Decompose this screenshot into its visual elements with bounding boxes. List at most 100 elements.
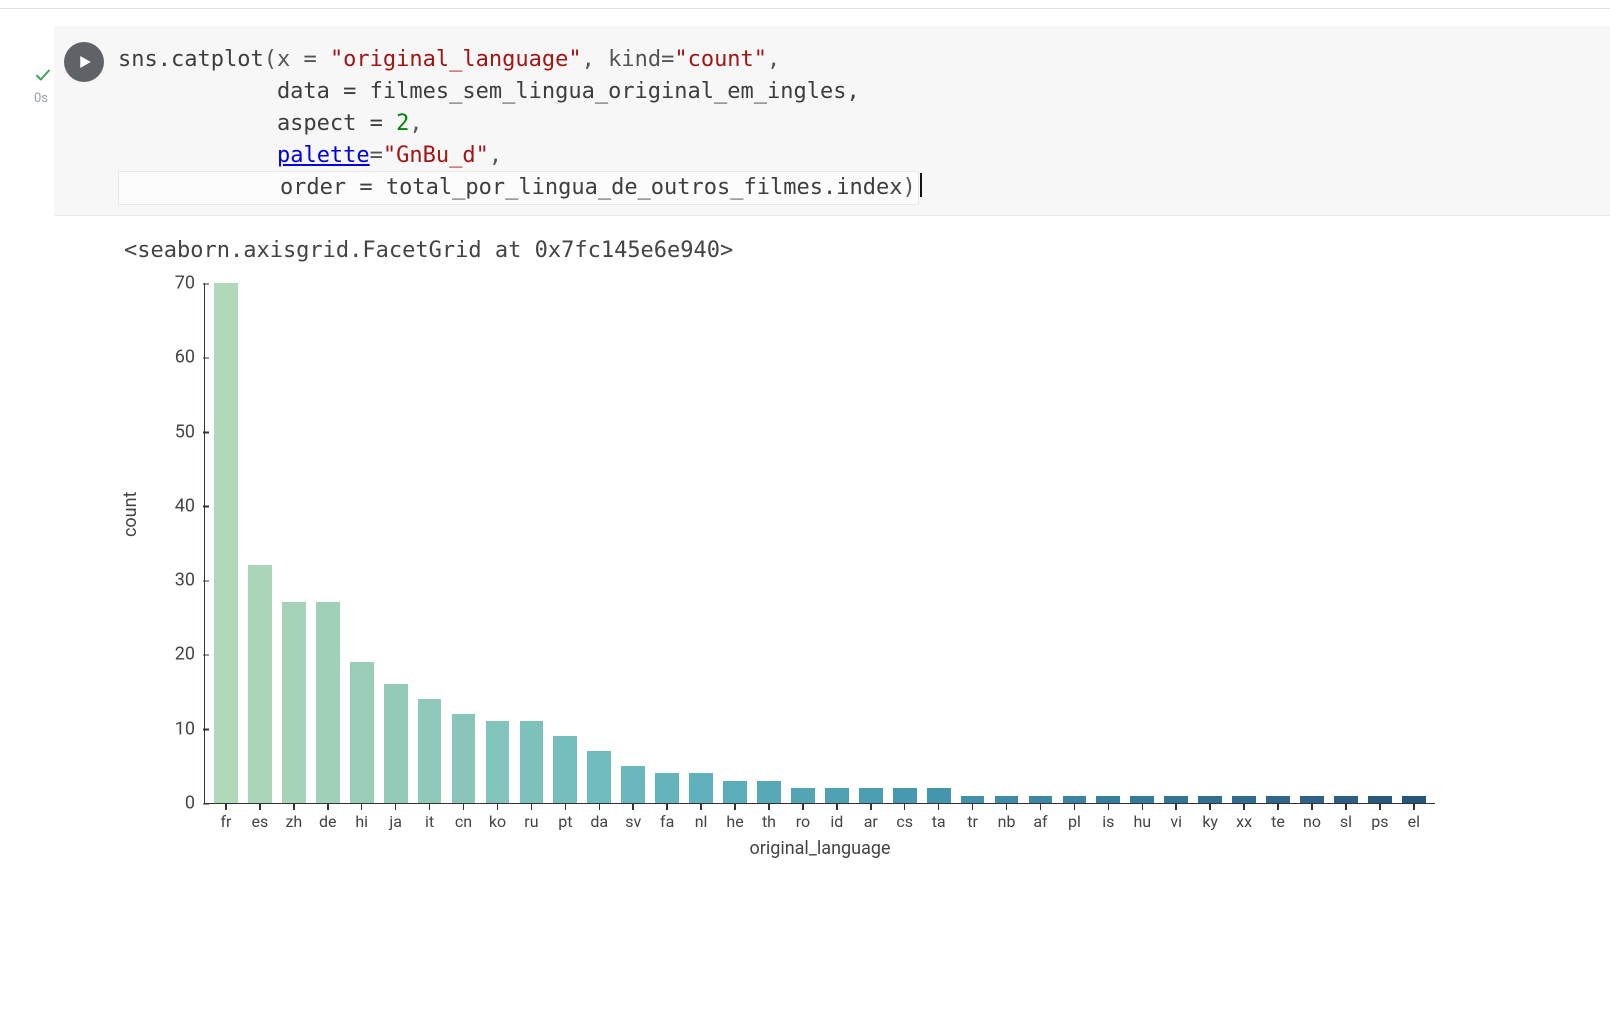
x-tick-mark (497, 804, 499, 810)
x-tick-label: id (830, 812, 843, 831)
bar-slot: el (1397, 796, 1431, 803)
x-tick-label: tr (967, 812, 978, 831)
bar-slot: id (820, 788, 854, 803)
code-token: palette (277, 143, 370, 168)
bar-slot: es (243, 565, 277, 803)
bar-slot: ko (481, 721, 515, 803)
bar-slot: ky (1193, 796, 1227, 803)
x-tick-label: is (1102, 812, 1114, 831)
x-tick-label: th (762, 812, 776, 831)
executed-check-icon (0, 66, 52, 87)
x-tick-mark (802, 804, 804, 810)
x-tick-label: ky (1202, 812, 1218, 831)
bar-slot: hi (345, 662, 379, 803)
bar (1096, 796, 1120, 803)
code-token: ) (902, 175, 915, 200)
bar-slot: nb (990, 796, 1024, 803)
x-tick-label: ja (389, 812, 402, 831)
bar (927, 788, 951, 803)
x-tick-label: nl (695, 812, 708, 831)
notebook-cell: 0s sns.catplot(x = "original_language", … (0, 26, 1610, 917)
bar-slot: it (413, 699, 447, 803)
x-tick-mark (768, 804, 770, 810)
x-tick-label: ru (524, 812, 538, 831)
bar (757, 781, 781, 803)
x-tick-mark (429, 804, 431, 810)
bar-slot: pt (548, 736, 582, 803)
bar-slot: te (1261, 796, 1295, 803)
y-tick-label: 30 (147, 570, 195, 591)
x-tick-label: it (425, 812, 434, 831)
y-tick-label: 10 (147, 718, 195, 739)
bar-slot: ps (1363, 796, 1397, 803)
bar-slot: nl (684, 773, 718, 803)
x-tick-label: cs (896, 812, 913, 831)
bar (655, 773, 679, 803)
x-tick-mark (1413, 804, 1415, 810)
x-tick-mark (734, 804, 736, 810)
bar (859, 788, 883, 803)
bar (282, 602, 306, 803)
execution-time: 0s (0, 91, 52, 106)
x-tick-mark (225, 804, 227, 810)
bar (214, 283, 238, 803)
code-token: "count" (674, 47, 767, 72)
cell-body: sns.catplot(x = "original_language", kin… (54, 26, 1610, 917)
bar (1334, 796, 1358, 803)
bar-slot: ta (922, 788, 956, 803)
x-tick-mark (259, 804, 261, 810)
code-token: = (370, 143, 383, 168)
bar (1198, 796, 1222, 803)
bar-slot: zh (277, 602, 311, 803)
bar (1130, 796, 1154, 803)
play-icon (75, 53, 93, 71)
bar-slot: cs (888, 788, 922, 803)
bar (995, 796, 1019, 803)
bar (1232, 796, 1256, 803)
bar (316, 602, 340, 803)
run-cell-button[interactable] (64, 42, 104, 82)
code-editor[interactable]: sns.catplot(x = "original_language", kin… (118, 36, 1610, 205)
x-tick-mark (361, 804, 363, 810)
bar (1164, 796, 1188, 803)
code-input-area[interactable]: sns.catplot(x = "original_language", kin… (54, 26, 1610, 216)
bar-slot: fa (650, 773, 684, 803)
x-tick-mark (904, 804, 906, 810)
x-tick-label: pl (1068, 812, 1081, 831)
bar-slot: fr (209, 283, 243, 803)
x-tick-mark (293, 804, 295, 810)
bar-slot: he (718, 781, 752, 803)
x-tick-label: fr (220, 812, 231, 831)
x-tick-label: es (252, 812, 269, 831)
x-tick-label: hi (355, 812, 368, 831)
bar (1266, 796, 1290, 803)
bar-slot: th (752, 781, 786, 803)
x-tick-label: he (726, 812, 743, 831)
plot-area: freszhdehijaitcnkoruptdasvfanlhethroidar… (204, 283, 1435, 804)
code-token: (x = (264, 47, 330, 72)
bar-slot: cn (447, 714, 481, 803)
bar (1402, 796, 1426, 803)
code-token: , kind= (582, 47, 675, 72)
text-cursor (920, 173, 922, 197)
x-tick-mark (666, 804, 668, 810)
bar (384, 684, 408, 803)
bar (825, 788, 849, 803)
code-current-line: order = total_por_lingua_de_outros_filme… (118, 171, 919, 205)
x-tick-mark (395, 804, 397, 810)
y-axis-label: count (120, 492, 141, 537)
x-tick-mark (1175, 804, 1177, 810)
bar-slot: no (1295, 796, 1329, 803)
x-tick-label: cn (455, 812, 472, 831)
bar (961, 796, 985, 803)
x-tick-mark (1006, 804, 1008, 810)
bar (723, 781, 747, 803)
bar-slot: is (1091, 796, 1125, 803)
x-tick-label: te (1271, 812, 1285, 831)
x-tick-label: ps (1371, 812, 1388, 831)
x-tick-label: ar (864, 812, 878, 831)
bar-slot: ru (514, 721, 548, 803)
x-tick-label: sv (625, 812, 641, 831)
bar (689, 773, 713, 803)
x-tick-mark (836, 804, 838, 810)
